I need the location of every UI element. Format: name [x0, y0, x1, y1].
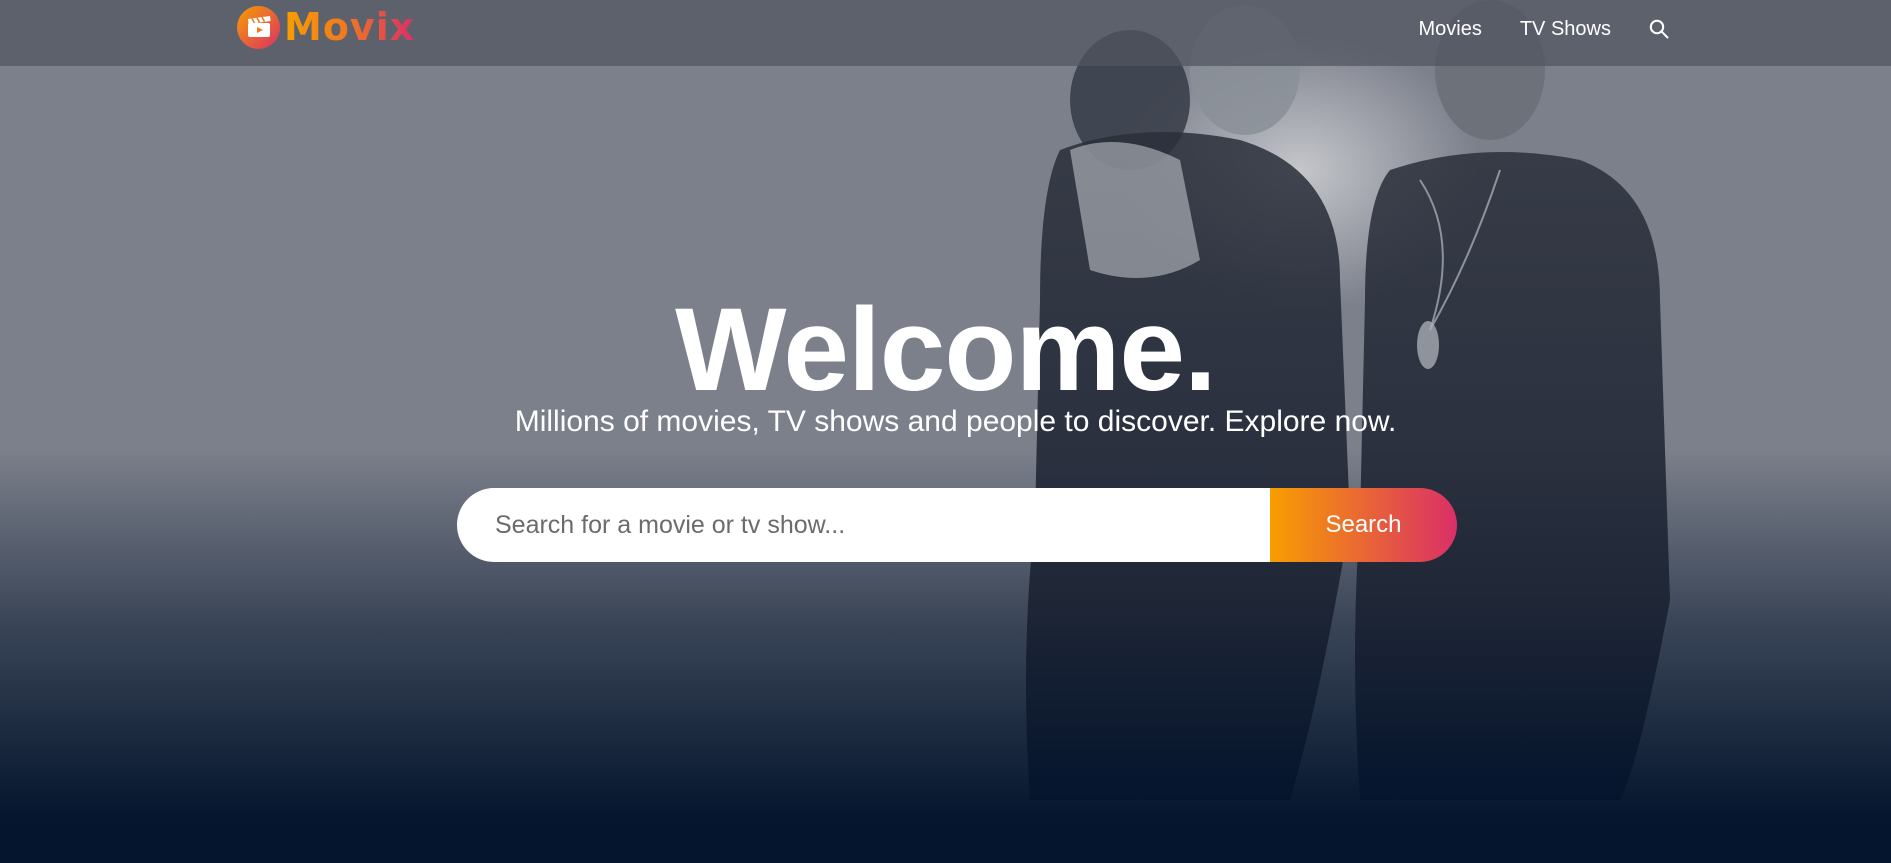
hero-subtitle: Millions of movies, TV shows and people … — [514, 405, 1397, 438]
search-input[interactable] — [457, 488, 1270, 562]
search-icon[interactable] — [1649, 19, 1669, 39]
hero-content: Welcome. Millions of movies, TV shows an… — [0, 0, 1891, 863]
nav-tvshows-link[interactable]: TV Shows — [1520, 18, 1611, 41]
search-button[interactable]: Search — [1270, 488, 1457, 562]
logo-text: Movix — [284, 5, 416, 49]
logo[interactable]: Movix — [237, 5, 415, 49]
hero-search-bar: Search — [457, 488, 1457, 562]
top-navbar: Movix Movies TV Shows — [0, 0, 1891, 66]
main-nav: Movies TV Shows — [1418, 0, 1669, 58]
hero-title: Welcome. — [675, 284, 1217, 416]
nav-movies-link[interactable]: Movies — [1418, 18, 1481, 41]
logo-clapperboard-icon — [237, 5, 280, 49]
